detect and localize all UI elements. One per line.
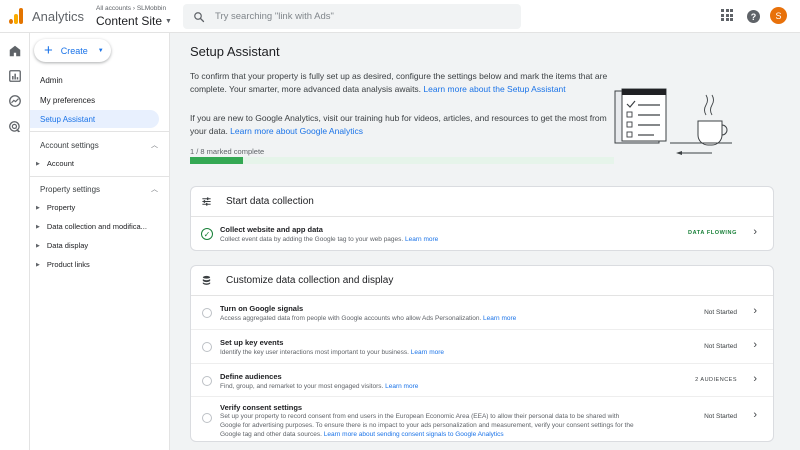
sidebar-item-admin[interactable]: Admin xyxy=(30,71,159,89)
account-settings-header[interactable]: Account settings ︿ xyxy=(40,140,158,150)
search-input[interactable] xyxy=(215,11,495,22)
expand-arrow-icon: ▶ xyxy=(36,261,40,268)
sidebar-item-data-collection[interactable]: ▶ Data collection and modifica... xyxy=(36,222,147,231)
divider xyxy=(30,176,170,177)
chevron-right-icon[interactable]: › xyxy=(753,373,757,385)
sidebar-item-my-preferences[interactable]: My preferences xyxy=(30,91,159,109)
start-data-collection-card: Start data collection ✓ Collect website … xyxy=(190,186,774,251)
status-badge: DATA FLOWING xyxy=(688,230,737,236)
intro-paragraph-2: If you are new to Google Analytics, visi… xyxy=(190,113,607,136)
progress-label: 1 / 8 marked complete xyxy=(190,147,265,156)
status-badge: 2 AUDIENCES xyxy=(695,377,737,383)
page-title: Setup Assistant xyxy=(190,44,280,59)
incomplete-circle-icon xyxy=(202,413,212,423)
property-settings-header[interactable]: Property settings ︿ xyxy=(40,184,158,194)
top-app-bar: Analytics All accounts › SLMobbin Conten… xyxy=(0,0,800,33)
apps-grid-icon[interactable] xyxy=(721,9,733,21)
analytics-logo-icon[interactable] xyxy=(9,8,23,24)
incomplete-circle-icon xyxy=(202,308,212,318)
property-name: Content Site xyxy=(96,14,163,28)
plus-icon: + xyxy=(44,42,53,59)
sidebar-item-product-links[interactable]: ▶ Product links xyxy=(36,260,90,269)
sidebar-item-data-display[interactable]: ▶ Data display xyxy=(36,241,88,250)
customize-data-collection-card: Customize data collection and display Tu… xyxy=(190,265,774,442)
reports-icon[interactable] xyxy=(8,69,22,83)
check-circle-icon: ✓ xyxy=(201,228,213,240)
admin-sidebar: + Create ▼ Admin My preferences Setup As… xyxy=(30,33,170,450)
learn-more-link[interactable]: Learn more xyxy=(411,349,444,356)
search-bar[interactable] xyxy=(183,4,521,29)
sidebar-item-setup-assistant[interactable]: Setup Assistant xyxy=(30,110,159,128)
status-badge: Not Started xyxy=(704,413,737,420)
explore-icon[interactable] xyxy=(8,94,22,108)
card-title: Start data collection xyxy=(226,196,314,207)
app-name: Analytics xyxy=(32,9,85,24)
status-badge: Not Started xyxy=(704,309,737,316)
help-icon[interactable]: ? xyxy=(747,10,760,23)
chevron-up-icon: ︿ xyxy=(151,186,158,193)
expand-arrow-icon: ▶ xyxy=(36,204,40,211)
caret-down-icon: ▼ xyxy=(97,47,104,54)
expand-arrow-icon: ▶ xyxy=(36,160,40,167)
learn-more-link[interactable]: Learn more xyxy=(483,315,516,322)
setup-assistant-learn-more-link[interactable]: Learn more about the Setup Assistant xyxy=(423,84,565,94)
checklist-illustration xyxy=(614,88,732,155)
learn-more-link[interactable]: Learn more xyxy=(405,236,438,243)
chevron-up-icon: ︿ xyxy=(151,142,158,149)
navigation-rail xyxy=(0,33,30,450)
sidebar-item-property[interactable]: ▶ Property xyxy=(36,203,75,212)
learn-more-link[interactable]: Learn more xyxy=(385,383,418,390)
create-button[interactable]: + Create ▼ xyxy=(34,39,111,62)
task-google-signals[interactable]: Turn on Google signals Access aggregated… xyxy=(191,296,773,330)
sidebar-item-account[interactable]: ▶ Account xyxy=(36,159,74,168)
caret-down-icon: ▼ xyxy=(165,17,172,25)
home-icon[interactable] xyxy=(8,44,22,58)
incomplete-circle-icon xyxy=(202,342,212,352)
card-header: Customize data collection and display xyxy=(191,266,773,296)
account-breadcrumb[interactable]: All accounts › SLMobbin xyxy=(96,5,166,12)
status-badge: Not Started xyxy=(704,343,737,350)
search-icon xyxy=(194,11,205,22)
card-header: Start data collection xyxy=(191,187,773,217)
property-selector[interactable]: Content Site ▼ xyxy=(96,14,172,28)
chevron-right-icon[interactable]: › xyxy=(753,226,757,238)
database-icon xyxy=(202,275,211,285)
intro-paragraph-1: To confirm that your property is fully s… xyxy=(190,71,608,94)
chevron-right-icon[interactable]: › xyxy=(753,305,757,317)
tune-icon xyxy=(202,197,211,206)
task-key-events[interactable]: Set up key events Identify the key user … xyxy=(191,330,773,364)
task-define-audiences[interactable]: Define audiences Find, group, and remark… xyxy=(191,364,773,397)
consent-learn-more-link[interactable]: Learn more about sending consent signals… xyxy=(324,431,504,438)
progress-bar-fill xyxy=(190,157,243,164)
card-title: Customize data collection and display xyxy=(226,275,394,286)
chevron-right-icon[interactable]: › xyxy=(753,339,757,351)
expand-arrow-icon: ▶ xyxy=(36,223,40,230)
account-avatar[interactable]: S xyxy=(770,7,787,24)
task-collect-website-data[interactable]: ✓ Collect website and app data Collect e… xyxy=(191,217,773,250)
divider xyxy=(30,131,170,132)
chevron-right-icon[interactable]: › xyxy=(753,409,757,421)
advertising-icon[interactable] xyxy=(8,120,22,134)
setup-progress-bar xyxy=(190,157,614,164)
task-verify-consent[interactable]: Verify consent settings Set up your prop… xyxy=(191,397,773,441)
incomplete-circle-icon xyxy=(202,376,212,386)
expand-arrow-icon: ▶ xyxy=(36,242,40,249)
google-analytics-learn-more-link[interactable]: Learn more about Google Analytics xyxy=(230,126,363,136)
